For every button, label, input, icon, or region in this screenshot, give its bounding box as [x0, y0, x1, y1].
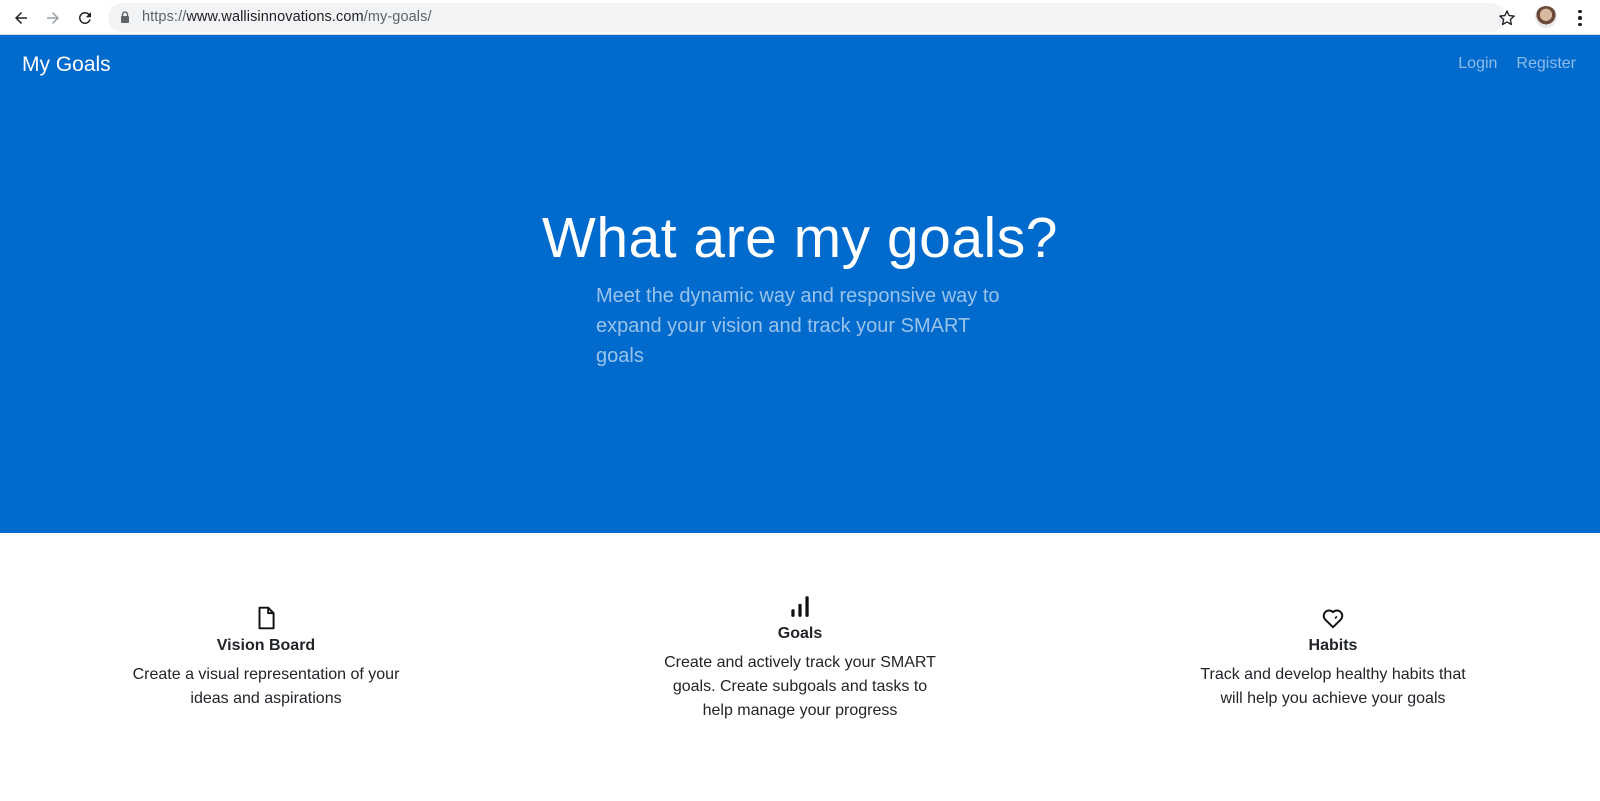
forward-button[interactable]	[41, 6, 65, 30]
feature-text: Create a visual representation of your i…	[132, 666, 400, 707]
feature-title: Habits	[1308, 637, 1358, 654]
feature-goals: Goals Create and actively track your SMA…	[660, 593, 940, 723]
arrow-right-icon	[47, 12, 59, 24]
file-icon	[258, 606, 275, 630]
navbar-links: Login Register	[1458, 55, 1576, 73]
arrow-left-icon	[15, 12, 27, 24]
url-path: /my-goals/	[363, 9, 432, 25]
bookmark-star-icon[interactable]	[1497, 8, 1517, 28]
browser-toolbar: https://www.wallisinnovations.com/my-goa…	[0, 0, 1600, 35]
navbar-brand[interactable]: My Goals	[22, 53, 111, 77]
feature-habits: Habits Track and develop healthy habits …	[1193, 605, 1473, 711]
url-text: https://www.wallisinnovations.com/my-goa…	[142, 9, 432, 25]
reload-button[interactable]	[73, 6, 97, 30]
more-vert-icon	[1578, 9, 1582, 14]
feature-text: Create and actively track your SMART goa…	[664, 654, 936, 719]
bar-chart-icon	[791, 596, 809, 617]
features-section: Vision Board Create a visual representat…	[0, 533, 1600, 801]
feature-vision-board: Vision Board Create a visual representat…	[126, 605, 406, 711]
feature-text: Track and develop healthy habits that wi…	[1200, 666, 1466, 707]
url-scheme: https://	[142, 9, 187, 25]
hero-section: My Goals Login Register What are my goal…	[0, 35, 1600, 533]
heart-icon	[1322, 609, 1344, 629]
hero-subtitle: Meet the dynamic way and responsive way …	[596, 285, 1000, 367]
browser-menu-button[interactable]	[1570, 7, 1590, 29]
login-link[interactable]: Login	[1458, 55, 1497, 73]
feature-title: Goals	[777, 625, 823, 642]
hero-title: What are my goals?	[542, 206, 1058, 270]
lock-icon	[121, 11, 129, 23]
address-bar[interactable]: https://www.wallisinnovations.com/my-goa…	[108, 3, 1505, 32]
register-link[interactable]: Register	[1516, 55, 1576, 73]
profile-avatar[interactable]	[1535, 6, 1557, 28]
feature-title: Vision Board	[216, 637, 316, 654]
back-button[interactable]	[9, 6, 33, 30]
reload-icon	[78, 11, 91, 24]
url-host: www.wallisinnovations.com	[186, 9, 364, 25]
